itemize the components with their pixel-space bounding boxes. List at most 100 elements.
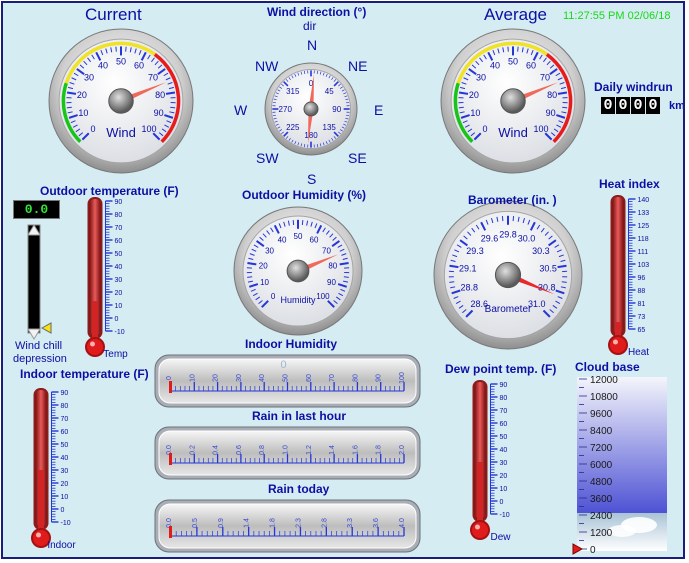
indoor-humidity-bar-tick-label: 100 [399,372,406,384]
wind-direction-hub [303,101,319,117]
indoor-humidity-bar-tick-label: 20 [213,374,220,382]
rain-last-hour-bar-tick-label: 1.2 [306,445,313,455]
indoor-humidity-label: Indoor Humidity [245,337,337,351]
average-wind-gauge: 010 20 30 40 50 60 70 80 90 100 Wind [440,28,586,174]
gauge-canvas: 010203040 50 60708090100Wind 010203040 50 607… [27,28,667,556]
wind-direction-tick-label: 180 [304,131,318,140]
indoor-temp-thermometer-caption: Indoor [47,540,76,551]
indoor-humidity-bar-tick-label: 30 [236,374,243,382]
average-wind-gauge-tick [458,91,469,95]
outdoor-humidity-gauge-tick-label: 100 [316,292,330,301]
heat-index-thermometer-tick-label: 140 [638,197,650,204]
windrun-odometer: 0 0 0 0 [601,97,661,114]
average-wind-gauge-tick-label: 50 [508,56,518,66]
barometer-gauge-tick-label: 29.6 [481,234,499,244]
outdoor-temp-thermometer-tick-label: 20 [115,290,123,297]
barometer-gauge-tick-label: 30.3 [532,246,550,256]
rain-last-hour-label: Rain in last hour [252,409,347,423]
indoor-temp-thermometer: 90 80 70 60 50 40 30 20 10 0 -10 Indoor [31,388,76,551]
barometer-gauge-tick-label: 29.3 [466,246,484,256]
outdoor-humidity-label: Outdoor Humidity (%) [242,188,366,202]
average-wind-gauge-tick [562,106,568,109]
cloud-base-tick-label: 1200 [590,528,613,539]
heat-index-thermometer-tick-label: 133 [638,210,650,217]
heat-index-label: Heat index [599,177,660,191]
barometer-gauge-tick [557,264,567,269]
indoor-humidity-bar-value: 0 [280,359,286,371]
heat-index-thermometer-tick-label: 111 [638,249,649,256]
outdoor-temp-thermometer-tick-label: 30 [115,277,123,284]
outdoor-humidity-gauge-tick-label: 90 [327,278,336,287]
dew-point-thermometer-tick-label: 30 [500,460,508,467]
current-wind-title: Current [85,5,142,24]
indoor-humidity-bar-tick-label: 40 [259,374,266,382]
outdoor-humidity-gauge-tick-label: 30 [265,246,274,255]
cloud-base-tick-label: 3600 [590,494,613,505]
heat-index-thermometer-tick-label: 81 [638,301,646,308]
indoor-temp-thermometer-bulb-shine [36,532,41,538]
rain-today-bar-tick-label: 0.9 [218,518,225,528]
outdoor-humidity-gauge-tick-label: 70 [322,246,331,255]
cloud-base-tick-label: 4800 [590,477,613,488]
clock-readout: 11:27:55 PM 02/06/18 [563,10,671,22]
current-wind-gauge-tick [66,106,72,109]
outdoor-temp-thermometer-caption: Temp [103,349,128,360]
wind-direction-tick-label: 135 [323,123,337,132]
dew-point-thermometer-mercury [477,462,483,522]
rain-last-hour-bar-tick-label: 0.2 [189,445,196,455]
indoor-humidity-bar-tick-label: 70 [329,374,336,382]
outdoor-humidity-gauge: 010 20 30 40 50 6070 80 90 100Humidity [233,206,363,336]
outdoor-humidity-gauge-caption: Humidity [280,295,316,305]
outdoor-temp-thermometer-tick-label: 70 [115,225,123,232]
indoor-temp-thermometer-tick-label: 20 [61,481,69,488]
outdoor-humidity-gauge-tick-label: 20 [259,261,268,270]
rain-today-bar-tick-label: 2.3 [295,518,302,528]
indoor-humidity-bar-tick-label: 10 [189,374,196,382]
heat-index-thermometer-tick-label: 65 [638,327,646,334]
wind-direction-title: Wind direction (°) [267,5,367,19]
outdoor-humidity-gauge-hub [286,259,310,283]
indoor-temp-thermometer-tick-label: -10 [61,520,71,527]
barometer-gauge-tick-label: 29.1 [459,264,477,274]
current-wind-gauge-caption: Wind [106,125,136,140]
barometer-gauge-caption: Barometer [485,304,532,315]
rain-last-hour-bar-tick-label: 2.0 [399,445,406,455]
barometer-gauge-hub [494,261,522,289]
current-wind-gauge: 010 20 30 40 50 60 70 80 90 100 Wind [48,28,194,174]
rain-last-hour-bar-tick-label: 1.4 [329,445,336,455]
wind-chill-track [27,224,41,334]
barometer-gauge-tick [561,281,567,283]
average-wind-gauge-tick-label: 30 [476,73,486,83]
wind-direction-tick-label: 45 [325,87,334,96]
odometer-digit: 0 [601,97,615,114]
indoor-temp-thermometer-tick-label: 80 [61,403,69,410]
indoor-humidity-bar-tick-label: 60 [306,374,313,382]
odometer-digit: 0 [631,97,645,114]
weather-dashboard: 0 10 20 30 40 50 60 70 80 90 100 Wind 0 10 20 30 40 50 60 7… [1,1,685,559]
current-wind-gauge-tick-label: 90 [154,108,164,118]
current-wind-gauge-tick-label: 20 [77,90,87,100]
dew-point-thermometer-tick-label: 50 [500,434,508,441]
odometer-digit: 0 [616,97,630,114]
heat-index-thermometer-bulb-shine [613,339,618,345]
heat-index-thermometer-tick-label: 88 [638,288,646,295]
barometer-gauge-tick-label: 30.0 [518,234,536,244]
dew-point-thermometer-tick-label: 80 [500,395,508,402]
indoor-temp-thermometer-tick-label: 70 [61,416,69,423]
indoor-humidity-bar-tick-label: 50 [283,374,290,382]
outdoor-humidity-gauge-tick-label: 80 [328,261,337,270]
indoor-temp-thermometer-tick-label: 30 [61,468,69,475]
rain-today-bar-tick-label: 1.4 [244,518,251,528]
barometer-gauge-tick-label: 30.5 [539,264,557,274]
outdoor-temp-thermometer-tick-label: 10 [115,303,123,310]
heat-index-thermometer-tick-label: 118 [638,236,649,243]
wind-direction-tick-label: 315 [286,87,300,96]
dew-point-thermometer-bulb-shine [475,524,480,530]
rain-last-hour-bar-tick-label: 1.6 [352,445,359,455]
daily-windrun-label: Daily windrun [594,80,673,94]
cloud-base-label: Cloud base [575,360,640,374]
compass-n: N [307,37,318,53]
rain-today-bar: 0.0 0.5 0.9 1.4 1.8 2.3 2.8 3.3 3.6 4.0 [154,499,421,553]
average-wind-gauge-tick-label: 10 [470,108,480,118]
compass-e: E [374,102,384,118]
